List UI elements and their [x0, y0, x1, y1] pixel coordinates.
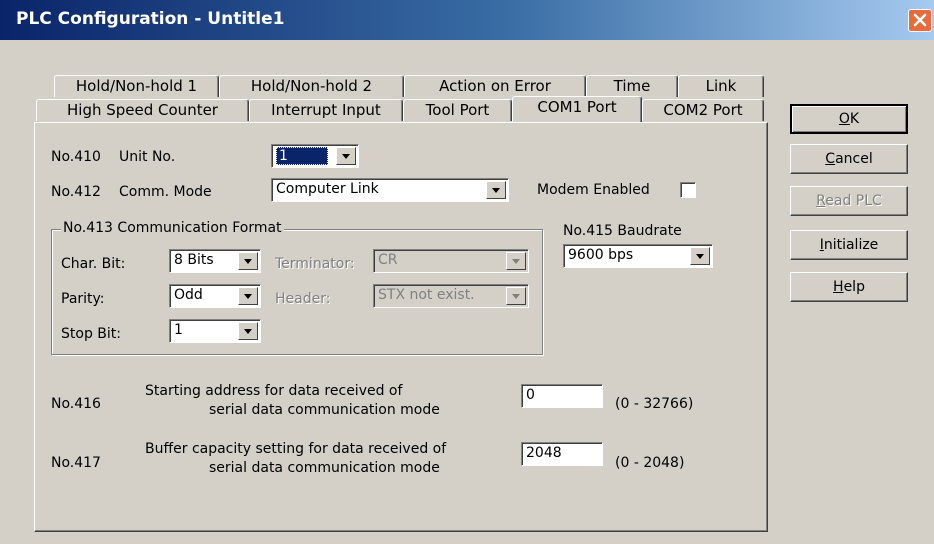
chevron-down-icon[interactable] — [238, 287, 258, 305]
terminator-label: Terminator: — [275, 256, 355, 272]
help-button[interactable]: Help — [790, 272, 908, 302]
buffer-capacity-code: No.417 — [51, 455, 101, 471]
read-plc-button[interactable]: Read PLC — [790, 186, 908, 216]
comm-mode-code: No.412 — [51, 184, 101, 200]
comm-mode-value: Computer Link — [276, 181, 379, 197]
tab-com1-port[interactable]: COM1 Port — [512, 96, 642, 122]
start-address-desc-line1: Starting address for data received of — [145, 383, 403, 399]
chevron-down-icon[interactable] — [506, 252, 526, 270]
help-mnemonic: H — [833, 279, 844, 295]
baudrate-select[interactable]: 9600 bps — [563, 244, 713, 268]
buffer-capacity-value: 2048 — [526, 445, 562, 461]
tab-high-speed-counter[interactable]: High Speed Counter — [36, 99, 249, 121]
header-value: STX not exist. — [378, 287, 475, 303]
modem-enabled-label: Modem Enabled — [537, 182, 650, 198]
read-plc-label-rest: ead PLC — [825, 193, 882, 209]
tab-hold-non-hold-1[interactable]: Hold/Non-hold 1 — [54, 75, 219, 97]
chevron-down-icon[interactable] — [238, 252, 258, 270]
char-bit-select[interactable]: 8 Bits — [169, 249, 261, 273]
chevron-down-icon[interactable] — [336, 147, 356, 165]
stop-bit-value: 1 — [174, 322, 183, 338]
buffer-capacity-input[interactable]: 2048 — [521, 442, 603, 466]
start-address-input[interactable]: 0 — [521, 384, 603, 408]
title-bar[interactable]: PLC Configuration - Untitle1 — [0, 0, 934, 40]
initialize-label-rest: nitialize — [823, 237, 879, 253]
tab-tool-port[interactable]: Tool Port — [403, 99, 512, 121]
buffer-capacity-desc-line1: Buffer capacity setting for data receive… — [145, 441, 447, 457]
parity-select[interactable]: Odd — [169, 284, 261, 308]
cancel-label-rest: ancel — [835, 151, 873, 167]
baudrate-label: No.415 Baudrate — [563, 223, 682, 239]
parity-value: Odd — [174, 287, 203, 303]
comm-mode-select[interactable]: Computer Link — [271, 178, 509, 202]
start-address-value: 0 — [526, 387, 535, 403]
buffer-capacity-desc-line2: serial data communication mode — [209, 460, 440, 476]
tab-action-on-error[interactable]: Action on Error — [404, 75, 586, 97]
cancel-mnemonic: C — [825, 151, 836, 167]
unit-no-value: 1 — [276, 147, 328, 165]
start-address-range: (0 - 32766) — [615, 396, 694, 412]
terminator-select[interactable]: CR — [373, 249, 529, 273]
ok-button[interactable]: OK — [790, 104, 908, 134]
parity-label: Parity: — [61, 291, 105, 307]
chevron-down-icon[interactable] — [238, 322, 258, 340]
comm-mode-label: Comm. Mode — [119, 184, 212, 200]
close-icon — [913, 13, 927, 27]
tab-com2-port[interactable]: COM2 Port — [642, 99, 764, 121]
close-button[interactable] — [908, 9, 932, 32]
terminator-value: CR — [378, 252, 398, 268]
start-address-code: No.416 — [51, 396, 101, 412]
header-select[interactable]: STX not exist. — [373, 284, 529, 308]
comm-format-group-label: No.413 Communication Format — [61, 220, 284, 236]
help-label-rest: elp — [843, 279, 865, 295]
ok-mnemonic: O — [838, 111, 850, 127]
tab-link[interactable]: Link — [678, 75, 764, 97]
tab-hold-non-hold-2[interactable]: Hold/Non-hold 2 — [219, 75, 404, 97]
ok-label-rest: K — [849, 111, 860, 127]
tab-panel: No.410 Unit No. 1 No.412 Comm. Mode Comp… — [34, 122, 768, 532]
read-plc-mnemonic: R — [816, 193, 826, 209]
start-address-desc-line2: serial data communication mode — [209, 402, 440, 418]
window-title: PLC Configuration - Untitle1 — [16, 9, 285, 29]
modem-enabled-checkbox[interactable] — [680, 182, 696, 198]
tab-interrupt-input[interactable]: Interrupt Input — [249, 99, 403, 121]
unit-no-code: No.410 — [51, 149, 101, 165]
header-label: Header: — [275, 291, 331, 307]
unit-no-label: Unit No. — [119, 149, 176, 165]
unit-no-select[interactable]: 1 — [271, 144, 359, 168]
initialize-button[interactable]: Initialize — [790, 230, 908, 260]
buffer-capacity-range: (0 - 2048) — [615, 455, 685, 471]
chevron-down-icon[interactable] — [486, 181, 506, 199]
stop-bit-select[interactable]: 1 — [169, 319, 261, 343]
char-bit-value: 8 Bits — [174, 252, 214, 268]
chevron-down-icon[interactable] — [690, 247, 710, 265]
baudrate-value: 9600 bps — [568, 247, 634, 263]
cancel-button[interactable]: Cancel — [790, 144, 908, 174]
char-bit-label: Char. Bit: — [61, 256, 126, 272]
stop-bit-label: Stop Bit: — [61, 326, 121, 342]
chevron-down-icon[interactable] — [506, 287, 526, 305]
tab-time[interactable]: Time — [586, 75, 678, 97]
